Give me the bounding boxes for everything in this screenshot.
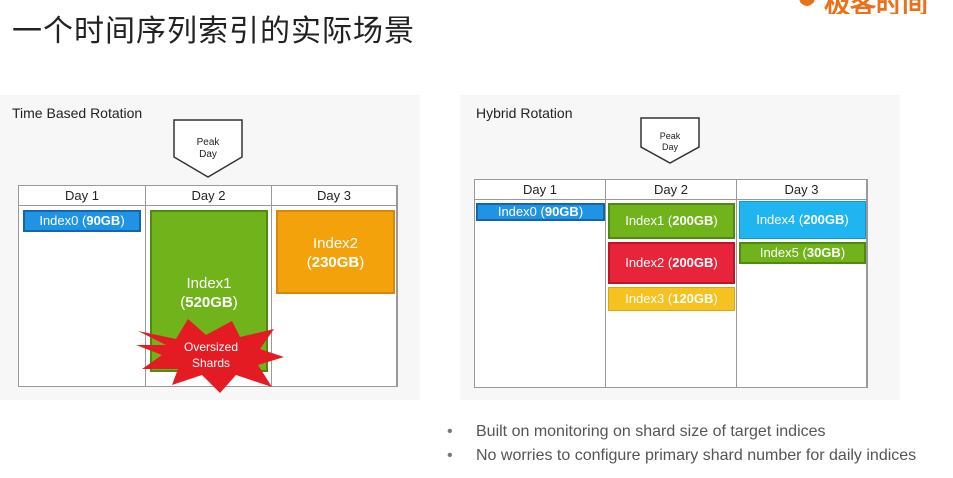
- day-header: Day 1: [19, 186, 145, 206]
- index-name: Index1: [625, 213, 665, 228]
- index-size: 90GB: [86, 213, 121, 228]
- page-title: 一个时间序列索引的实际场景: [12, 14, 415, 49]
- index-size: 120GB: [672, 291, 714, 306]
- index-name: Index5: [759, 245, 799, 260]
- peak-day-label: Peak Day: [640, 131, 700, 153]
- bullet-text: No worries to configure primary shard nu…: [476, 447, 917, 464]
- peak-label-line: Day: [661, 142, 678, 152]
- time-based-rotation-panel: Time Based Rotation Peak Day Day 1 Day 2…: [0, 95, 420, 400]
- index-size: 200GB: [672, 255, 714, 270]
- index-block: Index2 (230GB): [276, 210, 395, 294]
- day-header: Day 3: [737, 180, 866, 200]
- burst-line: Shards: [191, 356, 231, 370]
- index-name: Index4: [756, 212, 796, 227]
- day-header: Day 1: [475, 180, 605, 200]
- index-block: Index0 (90GB): [476, 203, 605, 221]
- day-header: Day 2: [146, 186, 271, 206]
- panel-title-left: Time Based Rotation: [12, 105, 143, 121]
- index-block: Index0 (90GB): [23, 210, 141, 232]
- index-name: Index0: [39, 213, 79, 228]
- logo-icon: [799, 0, 815, 6]
- peak-day-marker: Peak Day: [640, 117, 710, 177]
- panel-title-right: Hybrid Rotation: [476, 105, 573, 121]
- index-name: Index0: [497, 204, 537, 219]
- index-size: 200GB: [803, 212, 845, 227]
- peak-day-marker: Peak Day: [173, 119, 243, 179]
- bullet-item: • No worries to configure primary shard n…: [447, 444, 916, 468]
- index-block: Index3 (120GB): [608, 287, 735, 311]
- index-size: 200GB: [672, 213, 714, 228]
- index-name: Index2: [625, 255, 665, 270]
- logo: 极客时间: [796, 0, 953, 14]
- index-name: Index2: [312, 235, 359, 252]
- index-size: 520GB: [185, 294, 233, 311]
- index-name: Index3: [625, 291, 665, 306]
- index-size: 90GB: [544, 204, 579, 219]
- day-grid-right: Day 1 Day 2 Day 3 Index0 (90GB) Index1 (…: [474, 179, 868, 388]
- bullet-text: Built on monitoring on shard size of tar…: [476, 423, 826, 440]
- logo-text: 极客时间: [824, 0, 928, 14]
- hybrid-rotation-panel: Hybrid Rotation Peak Day Day 1 Day 2 Day…: [460, 95, 900, 400]
- oversized-shards-label: Oversized Shards: [168, 339, 254, 371]
- day-header: Day 3: [272, 186, 396, 206]
- peak-label-line: Day: [199, 149, 217, 160]
- day-header: Day 2: [606, 180, 736, 200]
- bullet-item: • Built on monitoring on shard size of ta…: [447, 420, 916, 444]
- peak-label-line: Peak: [659, 131, 681, 141]
- index-block: Index2 (200GB): [608, 242, 735, 284]
- index-block: Index5 (30GB): [739, 242, 866, 264]
- burst-line: Oversized: [183, 340, 239, 354]
- index-size: 230GB: [311, 254, 360, 271]
- index-block: Index1 (200GB): [608, 203, 735, 239]
- bullet-dot-icon: •: [447, 447, 453, 464]
- bullet-dot-icon: •: [447, 423, 453, 440]
- index-size: 30GB: [806, 245, 841, 260]
- bullet-list: • Built on monitoring on shard size of ta…: [447, 420, 916, 468]
- peak-label-line: Peak: [196, 137, 220, 148]
- index-block: Index4 (200GB): [739, 201, 866, 239]
- peak-day-label: Peak Day: [173, 137, 243, 161]
- index-name: Index1: [186, 275, 232, 292]
